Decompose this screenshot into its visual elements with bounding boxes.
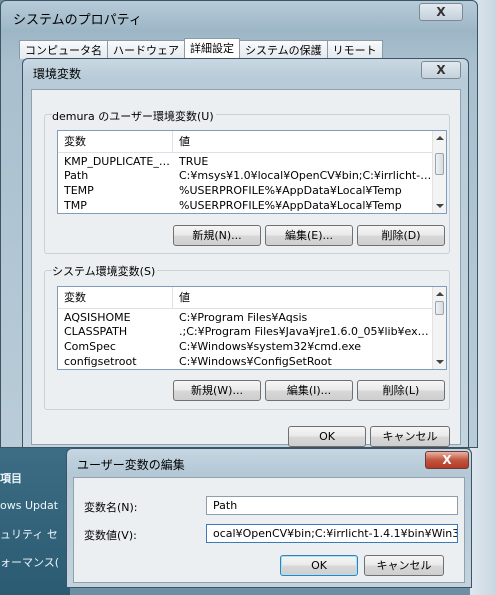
variable-value: %USERPROFILE%¥AppData¥Local¥Temp xyxy=(179,199,402,212)
column-header-value[interactable]: 値 xyxy=(173,287,432,309)
background-text: ュリティ セ xyxy=(0,528,58,541)
table-row[interactable]: configsetroot C:¥Windows¥ConfigSetRoot xyxy=(58,355,432,368)
close-button[interactable]: X xyxy=(421,61,461,79)
background-text: ows Updat xyxy=(0,499,59,512)
user-delete-button[interactable]: 削除(D) xyxy=(357,225,445,246)
system-variables-label: システム環境変数(S) xyxy=(52,263,158,279)
dialog-title: 環境変数 xyxy=(33,67,82,81)
variable-name: KMP_DUPLICATE_LI... xyxy=(64,155,173,168)
table-row[interactable]: ComSpec C:¥Windows¥system32¥cmd.exe xyxy=(58,340,432,353)
ok-button[interactable]: OK xyxy=(280,555,358,576)
variable-value: C:¥Windows¥system32¥cmd.exe xyxy=(179,340,362,353)
variable-name: CLASSPATH xyxy=(64,325,128,338)
ok-button[interactable]: OK xyxy=(288,426,366,447)
column-header-variable[interactable]: 変数 xyxy=(58,131,173,153)
cancel-button[interactable]: キャンセル xyxy=(364,555,444,576)
scroll-thumb[interactable] xyxy=(435,153,444,175)
table-row[interactable]: AQSISHOME C:¥Program Files¥Aqsis xyxy=(58,311,432,324)
variable-name: TEMP xyxy=(64,184,94,197)
table-row[interactable]: KMP_DUPLICATE_LI... TRUE xyxy=(58,155,432,168)
close-button[interactable]: X xyxy=(419,3,463,21)
user-edit-button[interactable]: 編集(E)... xyxy=(265,225,353,246)
system-new-button[interactable]: 新規(W)... xyxy=(173,380,261,401)
variable-name: Path xyxy=(64,169,89,182)
scroll-down-icon[interactable] xyxy=(436,360,444,364)
vertical-scrollbar[interactable] xyxy=(432,131,446,213)
list-header: 変数 値 xyxy=(58,131,432,153)
variable-name: AQSISHOME xyxy=(64,311,131,324)
scroll-thumb[interactable] xyxy=(435,301,444,315)
variable-name-field[interactable]: Path xyxy=(206,496,458,515)
list-header: 変数 値 xyxy=(58,287,432,309)
variable-value-label: 変数値(V): xyxy=(84,529,137,542)
tab-strip: コンピュータ名 ハードウェア 詳細設定 システムの保護 リモート xyxy=(19,38,383,60)
variable-name-label: 変数名(N): xyxy=(84,501,138,514)
table-row[interactable]: CLASSPATH .;C:¥Program Files¥Java¥jre1.6… xyxy=(58,325,432,338)
variable-value: C:¥Windows¥ConfigSetRoot xyxy=(179,355,332,368)
column-header-value[interactable]: 値 xyxy=(173,131,432,153)
variable-name: configsetroot xyxy=(64,355,137,368)
scroll-up-icon[interactable] xyxy=(436,292,444,296)
scroll-down-icon[interactable] xyxy=(436,204,444,208)
background-text: ォーマンス( xyxy=(0,556,60,569)
tab-system-protection[interactable]: システムの保護 xyxy=(239,40,328,59)
variable-value: TRUE xyxy=(179,155,209,168)
variable-value-field[interactable]: ocal¥OpenCV¥bin;C:¥irrlicht-1.4.1¥bin¥Wi… xyxy=(206,524,458,543)
system-variables-list[interactable]: 変数 値 AQSISHOME C:¥Program Files¥Aqsis CL… xyxy=(57,286,447,370)
variable-value: C:¥msys¥1.0¥local¥OpenCV¥bin;C:¥irrlicht… xyxy=(179,169,432,182)
variable-value: %USERPROFILE%¥AppData¥Local¥Temp xyxy=(179,184,402,197)
tab-remote[interactable]: リモート xyxy=(326,40,383,59)
tab-computer-name[interactable]: コンピュータ名 xyxy=(19,40,108,59)
dialog-body: 変数名(N): Path 変数値(V): ocal¥OpenCV¥bin;C:¥… xyxy=(73,477,465,583)
variable-value: .;C:¥Program Files¥Java¥jre1.6.0_05¥lib¥… xyxy=(179,325,432,338)
window-title: システムのプロパティ xyxy=(13,13,142,28)
table-row[interactable]: TMP %USERPROFILE%¥AppData¥Local¥Temp xyxy=(58,199,432,212)
user-new-button[interactable]: 新規(N)... xyxy=(173,225,261,246)
tab-hardware[interactable]: ハードウェア xyxy=(107,40,185,59)
variable-value: C:¥Program Files¥Aqsis xyxy=(179,311,308,324)
environment-variables-dialog: 環境変数 X demura のユーザー環境変数(U) 変数 値 KMP_DUPL… xyxy=(22,58,469,448)
system-edit-button[interactable]: 編集(I)... xyxy=(265,380,353,401)
vertical-scrollbar[interactable] xyxy=(432,287,446,369)
scroll-up-icon[interactable] xyxy=(436,136,444,140)
user-variables-label: demura のユーザー環境変数(U) xyxy=(52,108,216,124)
table-row[interactable]: TEMP %USERPROFILE%¥AppData¥Local¥Temp xyxy=(58,184,432,197)
variable-name: TMP xyxy=(64,199,87,212)
background-text: 項目 xyxy=(0,472,22,485)
column-header-variable[interactable]: 変数 xyxy=(58,287,173,309)
dialog-title: ユーザー変数の編集 xyxy=(77,458,185,472)
table-row[interactable]: Path C:¥msys¥1.0¥local¥OpenCV¥bin;C:¥irr… xyxy=(58,169,432,182)
dialog-body: demura のユーザー環境変数(U) 変数 値 KMP_DUPLICATE_L… xyxy=(31,89,461,447)
cancel-button[interactable]: キャンセル xyxy=(370,426,450,447)
background-panel-left: 項目 ows Updat ュリティ セ ォーマンス( xyxy=(0,430,70,595)
user-variables-list[interactable]: 変数 値 KMP_DUPLICATE_LI... TRUE Path C:¥ms… xyxy=(57,130,447,214)
close-button[interactable]: X xyxy=(425,451,469,469)
system-delete-button[interactable]: 削除(L) xyxy=(357,380,445,401)
variable-name: ComSpec xyxy=(64,340,116,353)
edit-user-variable-dialog: ユーザー変数の編集 X 変数名(N): Path 変数値(V): ocal¥Op… xyxy=(66,448,472,588)
tab-advanced[interactable]: 詳細設定 xyxy=(184,38,240,59)
